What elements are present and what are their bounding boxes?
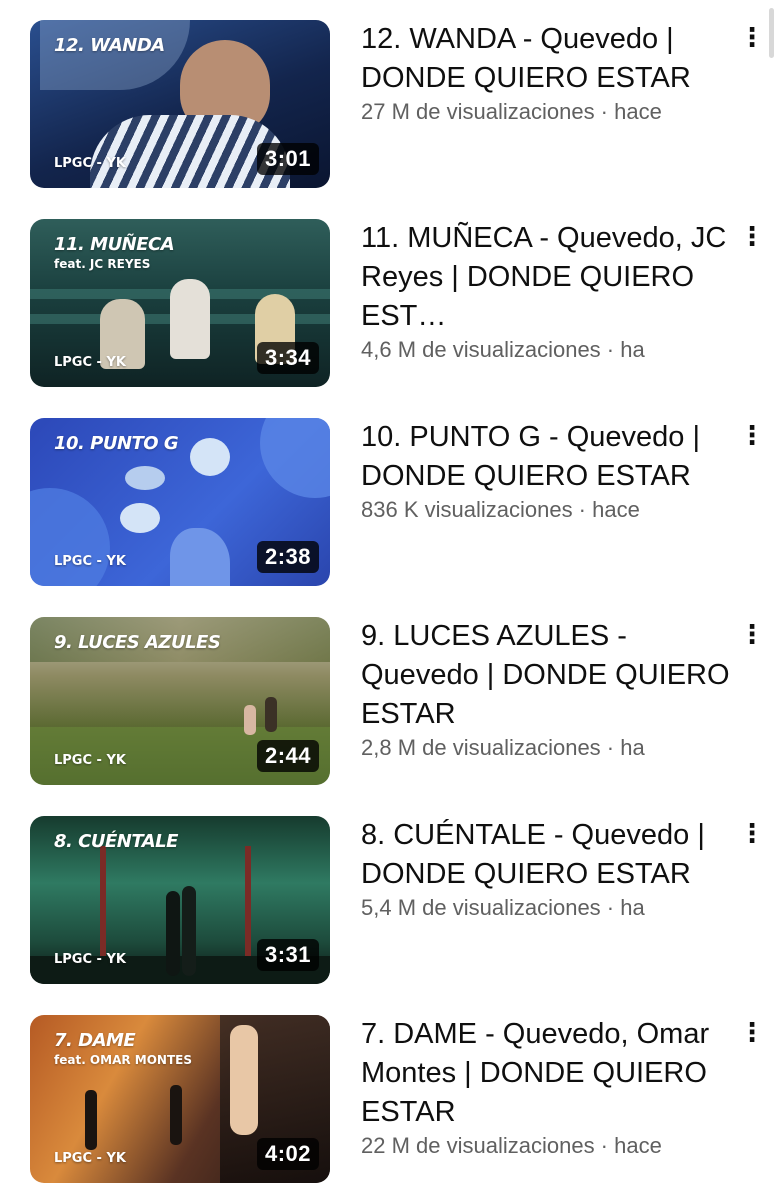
- video-item[interactable]: 7. DAME feat. OMAR MONTES LPGC - YK 4:02…: [30, 1015, 765, 1185]
- video-thumbnail[interactable]: 12. WANDA LPGC - YK 3:01: [30, 20, 330, 188]
- duration-badge: 2:38: [256, 541, 319, 573]
- duration-badge: 2:44: [256, 740, 319, 772]
- video-views: 22 M de visualizaciones · hace: [361, 1133, 662, 1158]
- duration-badge: 3:34: [256, 342, 319, 374]
- video-views: 27 M de visualizaciones · hace: [361, 99, 662, 124]
- thumbnail-title-text: 9. LUCES AZULES: [54, 632, 221, 653]
- more-vertical-icon[interactable]: ⋮: [739, 1017, 765, 1047]
- video-title[interactable]: 10. PUNTO G - Quevedo | DONDE QUIERO EST…: [361, 418, 731, 496]
- thumbnail-title-text: 11. MUÑECA: [54, 234, 175, 255]
- video-views: 836 K visualizaciones · hace: [361, 497, 640, 522]
- video-item[interactable]: 12. WANDA LPGC - YK 3:01 12. WANDA - Que…: [30, 20, 765, 190]
- more-vertical-icon[interactable]: ⋮: [739, 619, 765, 649]
- video-thumbnail[interactable]: 7. DAME feat. OMAR MONTES LPGC - YK 4:02: [30, 1015, 330, 1183]
- more-vertical-icon[interactable]: ⋮: [739, 420, 765, 450]
- video-item[interactable]: 10. PUNTO G LPGC - YK 2:38 10. PUNTO G -…: [30, 418, 765, 588]
- thumbnail-label-text: LPGC - YK: [54, 156, 126, 171]
- thumbnail-title-text: 8. CUÉNTALE: [54, 831, 178, 852]
- video-title[interactable]: 12. WANDA - Quevedo | DONDE QUIERO ESTAR: [361, 20, 731, 98]
- video-item[interactable]: 11. MUÑECA feat. JC REYES LPGC - YK 3:34…: [30, 219, 765, 389]
- duration-badge: 4:02: [256, 1138, 319, 1170]
- video-title[interactable]: 7. DAME - Quevedo, Omar Montes | DONDE Q…: [361, 1015, 731, 1132]
- more-vertical-icon[interactable]: ⋮: [739, 22, 765, 52]
- thumbnail-label-text: LPGC - YK: [54, 355, 126, 370]
- duration-badge: 3:01: [256, 143, 319, 175]
- video-views: 4,6 M de visualizaciones · ha: [361, 337, 645, 362]
- video-meta: 10. PUNTO G - Quevedo | DONDE QUIERO EST…: [361, 418, 731, 524]
- thumbnail-title-text: 10. PUNTO G: [54, 433, 179, 454]
- video-meta: 8. CUÉNTALE - Quevedo | DONDE QUIERO EST…: [361, 816, 731, 922]
- video-thumbnail[interactable]: 8. CUÉNTALE LPGC - YK 3:31: [30, 816, 330, 984]
- video-meta: 12. WANDA - Quevedo | DONDE QUIERO ESTAR…: [361, 20, 731, 126]
- video-meta: 9. LUCES AZULES - Quevedo | DONDE QUIERO…: [361, 617, 731, 762]
- video-thumbnail[interactable]: 9. LUCES AZULES LPGC - YK 2:44: [30, 617, 330, 785]
- thumbnail-label-text: LPGC - YK: [54, 554, 126, 569]
- thumbnail-label-text: LPGC - YK: [54, 952, 126, 967]
- video-thumbnail[interactable]: 11. MUÑECA feat. JC REYES LPGC - YK 3:34: [30, 219, 330, 387]
- video-meta: 7. DAME - Quevedo, Omar Montes | DONDE Q…: [361, 1015, 731, 1160]
- video-title[interactable]: 9. LUCES AZULES - Quevedo | DONDE QUIERO…: [361, 617, 731, 734]
- video-thumbnail[interactable]: 10. PUNTO G LPGC - YK 2:38: [30, 418, 330, 586]
- video-title[interactable]: 11. MUÑECA - Quevedo, JC Reyes | DONDE Q…: [361, 219, 731, 336]
- thumbnail-title-text: 7. DAME: [54, 1030, 136, 1051]
- video-title[interactable]: 8. CUÉNTALE - Quevedo | DONDE QUIERO EST…: [361, 816, 731, 894]
- video-meta: 11. MUÑECA - Quevedo, JC Reyes | DONDE Q…: [361, 219, 731, 364]
- video-views: 2,8 M de visualizaciones · ha: [361, 735, 645, 760]
- more-vertical-icon[interactable]: ⋮: [739, 818, 765, 848]
- thumbnail-feat-text: feat. OMAR MONTES: [54, 1053, 192, 1067]
- scrollbar[interactable]: [769, 8, 774, 58]
- thumbnail-label-text: LPGC - YK: [54, 1151, 126, 1166]
- duration-badge: 3:31: [256, 939, 319, 971]
- video-item[interactable]: 8. CUÉNTALE LPGC - YK 3:31 8. CUÉNTALE -…: [30, 816, 765, 986]
- thumbnail-label-text: LPGC - YK: [54, 753, 126, 768]
- thumbnail-feat-text: feat. JC REYES: [54, 257, 151, 271]
- video-views: 5,4 M de visualizaciones · ha: [361, 895, 645, 920]
- video-list: 12. WANDA LPGC - YK 3:01 12. WANDA - Que…: [0, 0, 777, 1200]
- video-item[interactable]: 9. LUCES AZULES LPGC - YK 2:44 9. LUCES …: [30, 617, 765, 787]
- more-vertical-icon[interactable]: ⋮: [739, 221, 765, 251]
- thumbnail-title-text: 12. WANDA: [54, 35, 165, 56]
